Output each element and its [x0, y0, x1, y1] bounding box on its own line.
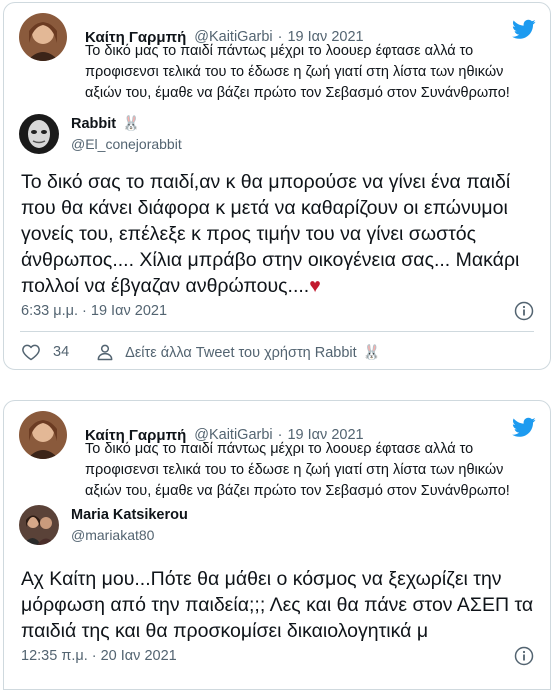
info-icon[interactable] — [514, 301, 534, 321]
reply-author-handle[interactable]: @El_conejorabbit — [71, 134, 182, 154]
reply-header: Rabbit 🐰 @El_conejorabbit — [19, 114, 182, 154]
heart-emoji-icon: ♥ — [309, 275, 321, 297]
reply-tweet-text: Αχ Καίτη μου...Πότε θα μάθει ο κόσμος να… — [21, 568, 534, 642]
like-count: 34 — [53, 344, 70, 360]
reply-author-name[interactable]: Maria Katsikerou — [71, 505, 188, 525]
tweet-actions: 34 Δείτε άλλα Tweet του χρήστη Rabbit 🐰 — [21, 342, 381, 362]
rabbit-emoji-icon: 🐰 — [362, 344, 381, 361]
heart-outline-icon[interactable] — [21, 342, 41, 362]
divider — [20, 331, 534, 332]
more-tweets-label: Δείτε άλλα Tweet του χρήστη Rabbit — [125, 344, 357, 361]
tweet-timestamp[interactable]: 12:35 π.μ. · 20 Ιαν 2021 — [21, 648, 177, 664]
reply-text-block: Το δικό σας το παιδί,αν κ θα μπορούσε να… — [21, 169, 541, 299]
avatar[interactable] — [19, 411, 67, 459]
info-icon[interactable] — [514, 646, 534, 666]
quoted-tweet-text: Το δικό μας το παιδί πάντως μέχρι το λοο… — [85, 441, 510, 499]
reply-header: Maria Katsikerou @mariakat80 — [19, 505, 188, 545]
quoted-tweet-text: Το δικό μας το παιδί πάντως μέχρι το λοο… — [85, 43, 510, 101]
author-name-text: Rabbit — [71, 116, 117, 132]
avatar[interactable] — [19, 114, 59, 154]
avatar[interactable] — [19, 505, 59, 545]
tweet-timestamp[interactable]: 6:33 μ.μ. · 19 Ιαν 2021 — [21, 303, 167, 319]
twitter-bird-icon[interactable] — [512, 17, 536, 41]
embedded-tweet-card[interactable]: Καίτη Γαρμπή @KaitiGarbi · 19 Ιαν 2021 Τ… — [3, 2, 551, 370]
more-tweets-link[interactable]: Δείτε άλλα Tweet του χρήστη Rabbit 🐰 — [125, 344, 381, 361]
rabbit-emoji-icon: 🐰 — [122, 116, 141, 132]
reply-tweet-text: Το δικό σας το παιδί,αν κ θα μπορούσε να… — [21, 171, 520, 297]
embedded-tweet-card[interactable]: Καίτη Γαρμπή @KaitiGarbi · 19 Ιαν 2021 Τ… — [3, 400, 551, 690]
twitter-bird-icon[interactable] — [512, 415, 536, 439]
avatar[interactable] — [19, 13, 67, 61]
reply-author-handle[interactable]: @mariakat80 — [71, 525, 188, 545]
reply-author-name[interactable]: Rabbit 🐰 — [71, 114, 182, 134]
person-outline-icon — [97, 344, 113, 361]
